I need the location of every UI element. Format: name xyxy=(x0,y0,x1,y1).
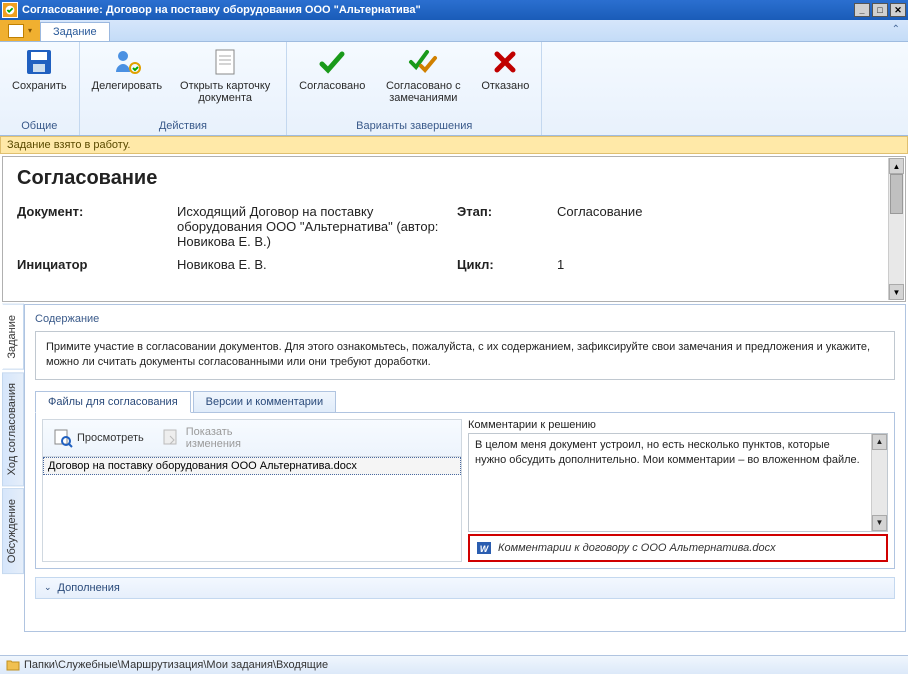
qat-icon[interactable] xyxy=(8,24,24,38)
scroll-down-icon[interactable]: ▼ xyxy=(872,515,887,531)
approved-button[interactable]: Согласовано xyxy=(293,44,371,94)
minimize-button[interactable]: _ xyxy=(854,3,870,17)
stage-label: Этап: xyxy=(457,204,557,249)
main-panel: Содержание Примите участие в согласовани… xyxy=(24,304,906,632)
cycle-label: Цикл: xyxy=(457,257,557,272)
approved-remarks-button[interactable]: Согласовано с замечаниями xyxy=(373,44,473,106)
cycle-value: 1 xyxy=(557,257,757,272)
footer: Папки\Служебные\Маршрутизация\Мои задани… xyxy=(0,655,908,674)
scroll-down-icon[interactable]: ▼ xyxy=(889,284,904,300)
instructions-box: Примите участие в согласовании документо… xyxy=(35,331,895,380)
qat-dropdown-icon[interactable]: ▾ xyxy=(28,26,32,35)
comments-textarea[interactable]: В целом меня документ устроил, но есть н… xyxy=(468,433,888,532)
delegate-button[interactable]: Делегировать xyxy=(86,44,169,94)
ribbon-group-general-label: Общие xyxy=(6,118,73,135)
show-changes-button: Показать изменения xyxy=(154,422,264,454)
ribbon: Сохранить Общие Делегировать Открыть кар… xyxy=(0,42,908,136)
side-tabs: Задание Ход согласования Обсуждение xyxy=(2,304,24,632)
stage-value: Согласование xyxy=(557,204,757,249)
save-button-label: Сохранить xyxy=(12,80,67,92)
tab-task[interactable]: Задание xyxy=(40,22,110,41)
inner-tab-versions[interactable]: Версии и комментарии xyxy=(193,391,336,413)
comments-text: В целом меня документ устроил, но есть н… xyxy=(475,438,881,469)
save-icon xyxy=(23,46,55,78)
chevron-down-icon: ⌄ xyxy=(44,582,52,593)
files-toolbar: Просмотреть Показать изменения xyxy=(42,419,462,457)
side-tab-progress[interactable]: Ход согласования xyxy=(2,372,24,486)
side-tab-task[interactable]: Задание xyxy=(2,304,24,370)
content-section-label: Содержание xyxy=(35,313,895,325)
initiator-value: Новикова Е. В. xyxy=(177,257,457,272)
maximize-button[interactable]: □ xyxy=(872,3,888,17)
attachment-filename: Комментарии к договору с ООО Альтернатив… xyxy=(498,542,776,554)
doc-value: Исходящий Договор на поставку оборудован… xyxy=(177,204,457,249)
comments-label: Комментарии к решению xyxy=(468,419,888,431)
scroll-up-icon[interactable]: ▲ xyxy=(889,158,904,174)
document-card-icon xyxy=(209,46,241,78)
files-pane: Просмотреть Показать изменения Договор н… xyxy=(42,419,462,562)
additions-bar[interactable]: ⌄ Дополнения xyxy=(35,577,895,599)
body-area: Задание Ход согласования Обсуждение Соде… xyxy=(2,304,906,632)
inner-tab-files[interactable]: Файлы для согласования xyxy=(35,391,191,413)
view-button[interactable]: Просмотреть xyxy=(45,422,152,454)
ribbon-group-completion-label: Варианты завершения xyxy=(293,118,535,135)
quick-access-toolbar: ▾ xyxy=(0,20,40,41)
breadcrumb-path: Папки\Служебные\Маршрутизация\Мои задани… xyxy=(24,659,328,671)
comments-scrollbar[interactable]: ▲ ▼ xyxy=(871,434,887,531)
attachment-box[interactable]: W Комментарии к договору с ООО Альтернат… xyxy=(468,534,888,562)
app-icon xyxy=(2,2,18,18)
page-title: Согласование xyxy=(17,167,891,190)
collapse-ribbon-icon[interactable]: ⌃ xyxy=(884,20,908,41)
check-green-icon xyxy=(316,46,348,78)
additions-label: Дополнения xyxy=(58,582,120,594)
check-double-icon xyxy=(407,46,439,78)
cross-red-icon xyxy=(489,46,521,78)
status-message: Задание взято в работу. xyxy=(0,136,908,154)
save-button[interactable]: Сохранить xyxy=(6,44,73,94)
open-card-button[interactable]: Открыть карточку документа xyxy=(170,44,280,106)
ribbon-group-actions-label: Действия xyxy=(86,118,281,135)
scroll-up-icon[interactable]: ▲ xyxy=(872,434,887,450)
folder-icon xyxy=(6,659,20,671)
changes-icon xyxy=(162,428,182,448)
open-card-button-label: Открыть карточку документа xyxy=(176,80,274,104)
ribbon-group-actions: Делегировать Открыть карточку документа … xyxy=(80,42,288,135)
breadcrumb[interactable]: Папки\Служебные\Маршрутизация\Мои задани… xyxy=(0,655,908,674)
view-button-label: Просмотреть xyxy=(77,432,144,444)
file-row[interactable]: Договор на поставку оборудования ООО Аль… xyxy=(43,457,461,475)
menu-strip: ▾ Задание ⌃ xyxy=(0,20,908,42)
rejected-button[interactable]: Отказано xyxy=(475,44,535,94)
delegate-button-label: Делегировать xyxy=(92,80,163,92)
delegate-icon xyxy=(111,46,143,78)
initiator-label: Инициатор xyxy=(17,257,177,272)
info-area: Согласование Документ: Исходящий Договор… xyxy=(2,156,906,302)
info-scrollbar[interactable]: ▲ ▼ xyxy=(888,158,904,300)
ribbon-group-general: Сохранить Общие xyxy=(0,42,80,135)
approved-button-label: Согласовано xyxy=(299,80,365,92)
side-tab-discussion[interactable]: Обсуждение xyxy=(2,488,24,574)
ribbon-group-completion: Согласовано Согласовано с замечаниями От… xyxy=(287,42,542,135)
file-list: Договор на поставку оборудования ООО Аль… xyxy=(42,457,462,562)
window-titlebar: Согласование: Договор на поставку оборуд… xyxy=(0,0,908,20)
window-title: Согласование: Договор на поставку оборуд… xyxy=(22,4,852,16)
magnifier-icon xyxy=(53,428,73,448)
comments-pane: Комментарии к решению В целом меня докум… xyxy=(468,419,888,562)
rejected-button-label: Отказано xyxy=(481,80,529,92)
close-button[interactable]: ✕ xyxy=(890,3,906,17)
inner-tabs: Файлы для согласования Версии и коммента… xyxy=(35,390,895,413)
approved-remarks-button-label: Согласовано с замечаниями xyxy=(379,80,467,104)
show-changes-button-label: Показать изменения xyxy=(186,426,256,450)
word-doc-icon: W xyxy=(476,540,492,556)
info-panel: Согласование Документ: Исходящий Договор… xyxy=(3,157,905,301)
scroll-thumb[interactable] xyxy=(890,174,903,214)
inner-content: Просмотреть Показать изменения Договор н… xyxy=(35,413,895,569)
doc-label: Документ: xyxy=(17,204,177,249)
